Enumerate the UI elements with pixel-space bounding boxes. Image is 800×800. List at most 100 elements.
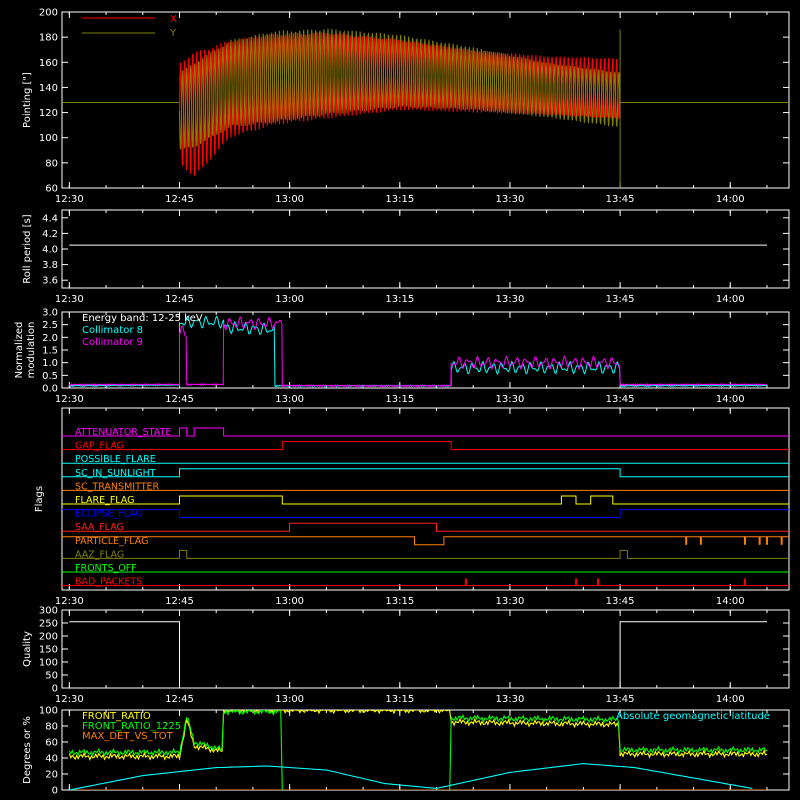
y-tick-label: 4.2 bbox=[42, 229, 58, 240]
x-tick-label: 13:00 bbox=[275, 294, 304, 305]
modulation-plot-area bbox=[68, 315, 767, 388]
y-tick-label: 100 bbox=[39, 658, 58, 669]
x-tick-label: 13:15 bbox=[385, 694, 414, 705]
flag-line-saa-flag bbox=[62, 522, 789, 532]
y-tick-label: 1.0 bbox=[42, 358, 58, 369]
x-tick-label: 12:45 bbox=[165, 596, 194, 607]
y-tick-label: 50 bbox=[45, 671, 58, 682]
quality-plot-area bbox=[69, 621, 767, 689]
modulation-series-collimator9 bbox=[68, 316, 767, 388]
flag-label-sc-in-sunlight: SC_IN_SUNLIGHT bbox=[75, 468, 156, 479]
y-tick-label: 3.8 bbox=[42, 260, 58, 271]
y-tick-label: 3.0 bbox=[42, 308, 58, 319]
x-tick-label: 13:00 bbox=[275, 694, 304, 705]
legend-collimator9: Collimator 9 bbox=[82, 337, 143, 348]
ratios-ylabel: Degrees or % bbox=[22, 716, 33, 784]
y-tick-label: 60 bbox=[45, 184, 58, 195]
x-tick-label: 12:45 bbox=[165, 194, 194, 205]
y-tick-label: 200 bbox=[39, 632, 58, 643]
x-tick-label: 14:00 bbox=[716, 294, 745, 305]
flag-label-possible-flare: POSSIBLE_FLARE bbox=[75, 454, 156, 465]
y-tick-label: 120 bbox=[39, 108, 58, 119]
quality-ylabel: Quality bbox=[22, 631, 33, 667]
y-tick-label: 250 bbox=[39, 619, 58, 630]
x-tick-label: 13:30 bbox=[496, 694, 525, 705]
rhessi-summary-plot: Pointing ["] 6080100120140160180200 12:3… bbox=[14, 8, 790, 797]
y-tick-label: 40 bbox=[45, 754, 58, 765]
x-tick-label: 13:45 bbox=[606, 596, 635, 607]
x-tick-label: 12:30 bbox=[55, 694, 84, 705]
x-tick-label: 12:30 bbox=[55, 596, 84, 607]
x-tick-label: 13:00 bbox=[275, 394, 304, 405]
y-tick-label: 200 bbox=[39, 8, 58, 19]
flag-line-sc-in-sunlight bbox=[62, 468, 789, 478]
flag-line-particle-flag bbox=[62, 536, 789, 546]
y-tick-label: 80 bbox=[45, 722, 58, 733]
roll-xticks: 12:30 12:45 13:00 13:15 13:30 13:45 14:00 bbox=[55, 210, 768, 305]
flag-line-flare-flag bbox=[62, 495, 789, 505]
flag-line-gap-flag bbox=[62, 441, 789, 451]
y-tick-label: 300 bbox=[39, 606, 58, 617]
flag-label-aaz-flag: AAZ_FLAG bbox=[75, 549, 124, 560]
x-tick-label: 12:45 bbox=[165, 394, 194, 405]
y-tick-label: 2.5 bbox=[42, 320, 58, 331]
flag-label-gap-flag: GAP_FLAG bbox=[75, 441, 124, 452]
flag-label-particle-flag: PARTICLE_FLAG bbox=[75, 536, 148, 547]
pointing-plot-area bbox=[62, 28, 789, 188]
quality-yticks: 0 50 100 150 200 250 300 bbox=[39, 606, 789, 695]
y-tick-label: 150 bbox=[39, 645, 58, 656]
flags-plot-area: ATTENUATOR_STATE GAP_FLAG POSSIBLE_FLARE SC… bbox=[62, 427, 789, 588]
flag-label-eclipse-flag: ECLIPSE_FLAG bbox=[75, 509, 143, 520]
y-tick-label: 4.0 bbox=[42, 245, 58, 256]
x-tick-label: 12:45 bbox=[165, 294, 194, 305]
x-tick-label: 13:45 bbox=[606, 294, 635, 305]
flags-panel: Flags 12:30 12:45 13:00 13:15 13:30 13:45 14:0… bbox=[34, 407, 790, 607]
quality-panel: Quality 0 50 100 150 200 250 300 12:30 12:45 13:… bbox=[22, 606, 790, 705]
legend-max-det: MAX_DET_VS_TOT bbox=[82, 731, 174, 742]
x-tick-label: 12:30 bbox=[55, 194, 84, 205]
quality-xticks: 12:30 12:45 13:00 13:15 13:30 13:45 14:00 bbox=[55, 610, 768, 705]
modulation-series-collimator8 bbox=[68, 315, 767, 388]
energy-band-label: Energy band: 12-25 keV bbox=[82, 313, 203, 324]
pointing-ylabel: Pointing ["] bbox=[22, 72, 33, 128]
y-tick-label: 2.0 bbox=[42, 333, 58, 344]
modulation-ylabel-line2: modulation bbox=[26, 322, 37, 379]
quality-series bbox=[69, 621, 767, 689]
flag-label-sc-transmitter: SC_TRANSMITTER bbox=[75, 481, 160, 492]
y-tick-label: 140 bbox=[39, 83, 58, 94]
flag-label-saa-flag: SAA_FLAG bbox=[75, 522, 124, 533]
flag-line-eclipse-flag bbox=[62, 509, 789, 519]
x-tick-label: 13:45 bbox=[606, 394, 635, 405]
flags-ylabel: Flags bbox=[34, 486, 45, 512]
flag-line-aaz-flag bbox=[62, 549, 789, 559]
x-tick-label: 13:30 bbox=[496, 394, 525, 405]
roll-frame bbox=[61, 209, 790, 289]
legend-collimator8: Collimator 8 bbox=[82, 325, 143, 336]
flag-label-flare-flag: FLARE_FLAG bbox=[75, 495, 135, 506]
roll-panel: Roll period [s] 3.63.84.04.24.4 12:30 12:… bbox=[22, 209, 790, 305]
y-tick-label: 20 bbox=[45, 770, 58, 781]
modulation-xticks: 12:30 12:45 13:00 13:15 13:30 13:45 14:00 bbox=[55, 312, 768, 405]
x-tick-label: 13:15 bbox=[385, 394, 414, 405]
y-tick-label: 0 bbox=[52, 786, 58, 797]
flag-label-attenuator-state: ATTENUATOR_STATE bbox=[75, 427, 171, 438]
modulation-panel: Normalized modulation 0.0 0.5 1.01.5 2.0 2.5… bbox=[14, 308, 790, 405]
pointing-legend: X Y bbox=[82, 14, 177, 39]
ratios-panel: Degrees or % 020406080100 FRONT_RATIO FR… bbox=[22, 706, 790, 797]
x-tick-label: 13:15 bbox=[385, 596, 414, 607]
x-tick-label: 14:00 bbox=[716, 394, 745, 405]
x-tick-label: 13:45 bbox=[606, 194, 635, 205]
y-tick-label: 0.5 bbox=[42, 371, 58, 382]
x-tick-label: 13:45 bbox=[606, 694, 635, 705]
pointing-xticks: 12:30 12:45 13:00 13:15 13:30 13:45 14:00 bbox=[55, 12, 768, 205]
geomag-latitude-series bbox=[69, 763, 753, 790]
y-tick-label: 0.0 bbox=[42, 384, 58, 395]
modulation-ylabel-line1: Normalized bbox=[14, 322, 25, 379]
y-tick-label: 3.6 bbox=[42, 276, 58, 287]
pointing-panel: Pointing ["] 60 80 100 120 140 160 180 200 12:3… bbox=[22, 8, 790, 205]
y-tick-label: 160 bbox=[39, 58, 58, 69]
x-tick-label: 13:00 bbox=[275, 194, 304, 205]
y-tick-label: 180 bbox=[39, 33, 58, 44]
x-tick-label: 13:15 bbox=[385, 194, 414, 205]
y-tick-label: 60 bbox=[45, 738, 58, 749]
